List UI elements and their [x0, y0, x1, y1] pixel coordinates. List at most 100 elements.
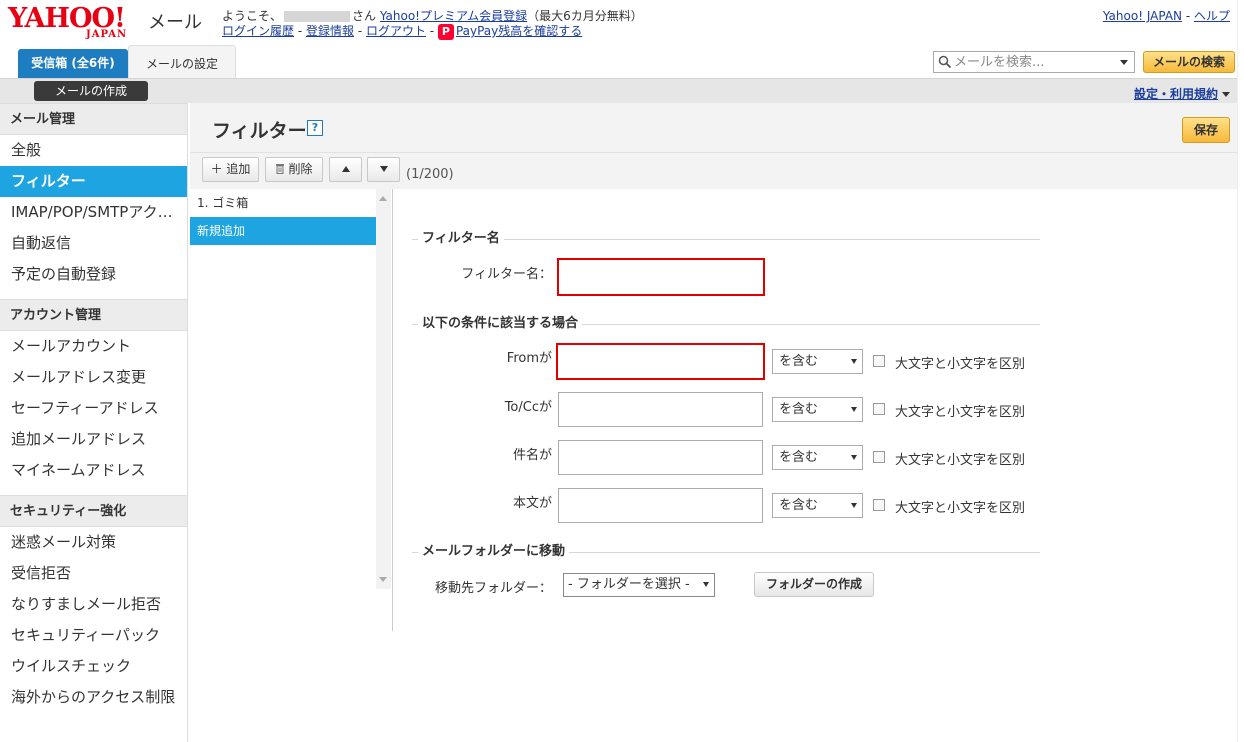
chevron-down-icon	[851, 359, 857, 364]
subject-label: 件名が	[512, 448, 552, 463]
logout-link[interactable]: ログアウト	[366, 24, 426, 38]
filter-list-scrollbar[interactable]	[376, 189, 391, 589]
divider	[392, 189, 393, 631]
page-scrollbar[interactable]	[1237, 0, 1244, 742]
move-up-button[interactable]	[329, 157, 362, 182]
sidebar-item-myname-address[interactable]: マイネームアドレス	[0, 455, 187, 486]
sidebar-item-imap-pop-smtp[interactable]: IMAP/POP/SMTPアク…	[0, 197, 187, 228]
search-box[interactable]	[933, 51, 1135, 73]
select-value: - フォルダーを選択 -	[568, 577, 690, 592]
delete-label: 削除	[288, 162, 313, 176]
list-item[interactable]: 1. ゴミ箱	[190, 189, 376, 217]
sidebar-item-mail-account[interactable]: メールアカウント	[0, 331, 187, 362]
chevron-down-icon	[703, 582, 709, 587]
arrow-up-icon	[341, 166, 350, 172]
section-filter-name: フィルター名	[412, 231, 1040, 247]
section-move-folder: メールフォルダーに移動	[412, 544, 1040, 560]
app-name: メール	[148, 12, 202, 33]
sidebar-item-change-address[interactable]: メールアドレス変更	[0, 362, 187, 393]
registration-info-link[interactable]: 登録情報	[306, 24, 354, 38]
chevron-down-icon	[851, 455, 857, 460]
separator: -	[1182, 9, 1194, 23]
list-item-selected[interactable]: 新規追加	[190, 217, 376, 245]
body-match-select[interactable]: を含む	[772, 493, 863, 518]
sidebar-item-spam[interactable]: 迷惑メール対策	[0, 527, 187, 558]
sidebar-item-auto-reply[interactable]: 自動返信	[0, 228, 187, 259]
from-case-checkbox[interactable]	[873, 355, 885, 367]
main-header: フィルター ? 保存	[190, 103, 1244, 153]
dest-folder-label: 移動先フォルダー：	[434, 581, 552, 596]
premium-note: （最大6カ月分無料）	[527, 9, 643, 23]
to-cc-match-select[interactable]: を含む	[772, 397, 863, 422]
scroll-down-icon[interactable]	[379, 577, 387, 582]
select-value: を含む	[779, 402, 819, 417]
search-button[interactable]: メールの検索	[1143, 51, 1235, 73]
add-filter-button[interactable]: ＋ 追加	[202, 157, 259, 182]
sidebar-item-spoofing[interactable]: なりすましメール拒否	[0, 589, 187, 620]
sidebar-item-auto-schedule[interactable]: 予定の自動登録	[0, 259, 187, 290]
move-down-button[interactable]	[367, 157, 400, 182]
yahoo-japan-link[interactable]: Yahoo! JAPAN	[1103, 9, 1182, 23]
top-right-links: Yahoo! JAPAN - ヘルプ	[1103, 7, 1230, 24]
to-cc-input[interactable]	[558, 392, 763, 427]
scroll-up-icon[interactable]	[379, 196, 387, 201]
filter-toolbar: ＋ 追加 削除 (1/200)	[190, 153, 1244, 189]
help-icon[interactable]: ?	[307, 120, 323, 136]
compose-button[interactable]: メールの作成	[34, 81, 148, 101]
sidebar-item-additional-address[interactable]: 追加メールアドレス	[0, 424, 187, 455]
section-title: フィルター名	[418, 231, 504, 247]
sidebar-item-overseas-access[interactable]: 海外からのアクセス制限	[0, 682, 187, 713]
section-title: 以下の条件に該当する場合	[418, 316, 583, 332]
body-label: 本文が	[512, 496, 552, 511]
body-case-checkbox[interactable]	[873, 499, 885, 511]
separator: -	[425, 24, 438, 38]
premium-link[interactable]: Yahoo!プレミアム会員登録	[380, 9, 527, 23]
sidebar-item-block[interactable]: 受信拒否	[0, 558, 187, 589]
filter-name-label: フィルター名：	[461, 267, 552, 282]
save-button[interactable]: 保存	[1182, 117, 1230, 143]
sidebar-item-filter[interactable]: フィルター	[0, 166, 187, 197]
filter-count: (1/200)	[406, 167, 454, 182]
checkbox-label: 大文字と小文字を区別	[895, 453, 1026, 468]
section-title: メールフォルダーに移動	[418, 544, 570, 560]
settings-terms-link[interactable]: 設定・利用規約	[1134, 87, 1218, 101]
masked-username	[284, 11, 351, 22]
sidebar-item-security-pack[interactable]: セキュリティーパック	[0, 620, 187, 651]
checkbox-label: 大文字と小文字を区別	[895, 357, 1026, 372]
body-input[interactable]	[558, 488, 763, 523]
welcome-suffix: さん	[352, 9, 377, 23]
help-link[interactable]: ヘルプ	[1194, 9, 1230, 23]
search-icon	[938, 55, 952, 69]
subject-match-select[interactable]: を含む	[772, 445, 863, 470]
chevron-down-icon[interactable]	[1120, 60, 1128, 65]
subject-input[interactable]	[558, 440, 763, 475]
subject-case-checkbox[interactable]	[873, 451, 885, 463]
sidebar-item-general[interactable]: 全般	[0, 135, 187, 166]
settings-sidebar: メール管理 全般 フィルター IMAP/POP/SMTPアク… 自動返信 予定の…	[0, 103, 188, 742]
login-history-link[interactable]: ログイン履歴	[222, 24, 294, 38]
section-conditions: 以下の条件に該当する場合	[412, 316, 1040, 332]
dest-folder-select[interactable]: - フォルダーを選択 -	[563, 573, 715, 597]
settings-terms-menu[interactable]: 設定・利用規約	[1134, 85, 1230, 102]
header: YAHOO! JAPAN メール ようこそ、 さん Yahoo!プレミアム会員登録…	[0, 0, 1244, 78]
separator: -	[294, 24, 306, 38]
paypay-balance-link[interactable]: PayPay残高を確認する	[456, 24, 582, 38]
tab-inbox[interactable]: 受信箱 (全6件)	[18, 49, 128, 78]
sidebar-item-virus-check[interactable]: ウイルスチェック	[0, 651, 187, 682]
checkbox-label: 大文字と小文字を区別	[895, 501, 1026, 516]
from-input[interactable]	[556, 343, 765, 380]
sidebar-item-safety-address[interactable]: セーフティーアドレス	[0, 393, 187, 424]
from-match-select[interactable]: を含む	[772, 349, 863, 374]
tab-mail-settings[interactable]: メールの設定	[128, 45, 236, 78]
delete-filter-button[interactable]: 削除	[265, 157, 323, 182]
page-title: フィルター	[212, 120, 307, 142]
filter-name-input[interactable]	[557, 258, 765, 296]
trash-icon	[276, 164, 285, 174]
search-input[interactable]	[954, 53, 1114, 71]
logo-sub: JAPAN	[86, 29, 128, 40]
create-folder-button[interactable]: フォルダーの作成	[754, 572, 874, 597]
to-cc-case-checkbox[interactable]	[873, 403, 885, 415]
account-links: ログイン履歴 - 登録情報 - ログアウト - P PayPay残高を確認する	[222, 22, 582, 40]
yahoo-logo[interactable]: YAHOO! JAPAN	[8, 4, 148, 42]
sidebar-section-title: セキュリティー強化	[0, 495, 187, 527]
